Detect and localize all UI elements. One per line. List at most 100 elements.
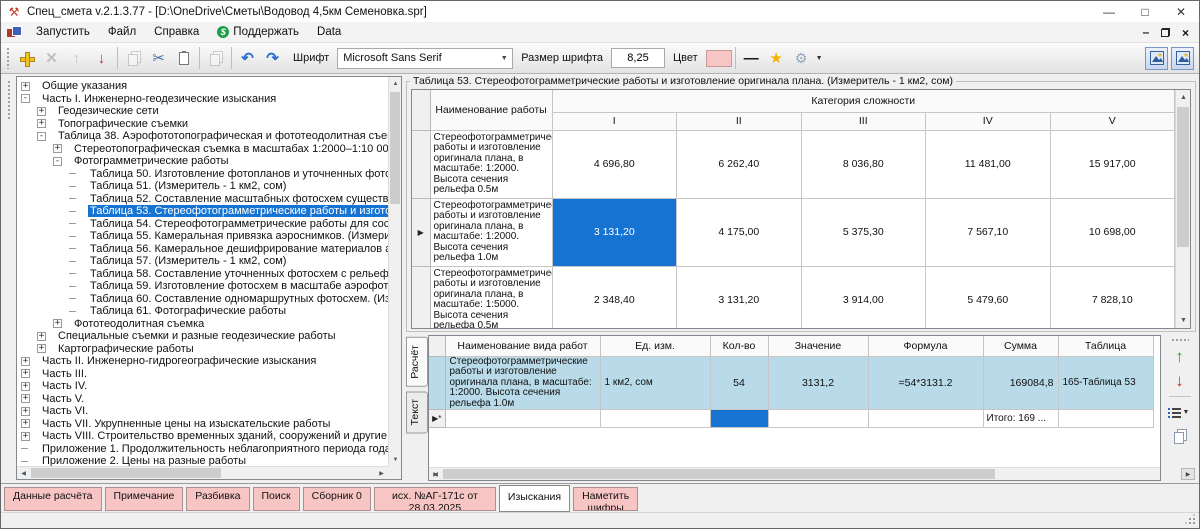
expand-icon[interactable] [69,219,78,228]
work-name-cell[interactable]: Стереофотограмметрические работы и изгот… [430,266,552,329]
rates-vertical-scrollbar[interactable]: ▲ ▼ [1175,90,1190,328]
tree-item[interactable]: + Общие указания [21,80,388,93]
bottom-tab[interactable]: Поиск [253,487,300,511]
scrollbar-thumb[interactable] [1177,107,1189,247]
tree-item[interactable]: + Часть III. [21,368,388,381]
menu-item[interactable]: $ Справка [145,26,208,38]
tree-item[interactable]: Таблица 57. (Измеритель - 1 км2, сом) [21,255,388,268]
bottom-tab[interactable]: Примечание [105,487,184,511]
tree-item[interactable]: - Таблица 38. Аэрофототопографическая и … [21,130,388,143]
copy-rows-button[interactable] [1167,424,1193,448]
bottom-tab[interactable]: Разбивка [186,487,249,511]
tree-item[interactable]: + Часть V. [21,393,388,406]
expand-icon[interactable]: + [21,432,30,441]
expand-icon[interactable]: + [53,319,62,328]
expand-icon[interactable]: + [21,357,30,366]
image-button-2[interactable] [1171,47,1194,70]
expand-icon[interactable] [21,457,30,466]
bottom-tab[interactable]: Сборник 0 [303,487,371,511]
table-ref-cell[interactable]: 165-Таблица 53 [1058,356,1153,410]
quantity-cell[interactable]: 54 [710,356,768,410]
expand-icon[interactable]: - [53,157,62,166]
detail-column-header[interactable]: Значение [768,336,868,356]
font-size-input[interactable] [611,48,665,68]
tree-item[interactable]: + Часть VIII. Строительство временных зд… [21,430,388,443]
rate-cell[interactable]: 5 479,60 [926,266,1051,329]
bottom-tab[interactable]: Наметить шифры [573,487,638,511]
bottom-tab[interactable]: Данные расчёта [4,487,102,511]
expand-icon[interactable] [69,182,78,191]
expand-icon[interactable] [69,282,78,291]
rate-cell[interactable]: 3 914,00 [801,266,926,329]
tree-item[interactable]: + Часть IV. [21,380,388,393]
tree-item[interactable]: Таблица 50. Изготовление фотопланов и ут… [21,168,388,181]
scroll-up-icon[interactable]: ▲ [389,77,402,90]
tree-item[interactable]: - Фотограмметрические работы [21,155,388,168]
expand-icon[interactable] [69,294,78,303]
color-swatch[interactable] [706,50,732,67]
undo-button[interactable]: ↶ [235,46,260,71]
bottom-tab[interactable]: Изыскания [499,485,570,512]
rate-cell[interactable]: 7 567,10 [926,198,1051,266]
expand-icon[interactable]: - [21,94,30,103]
expand-icon[interactable] [21,444,30,453]
tree-item[interactable]: Таблица 54. Стереофотограмметрические ра… [21,218,388,231]
scroll-down-icon[interactable]: ▼ [389,453,402,466]
clipboard-button[interactable] [171,46,196,71]
rate-cell[interactable]: 4 175,00 [677,198,802,266]
category-column-header[interactable]: IV [926,112,1051,130]
menu-item[interactable]: $ Файл [99,26,145,38]
tree-item[interactable]: Приложение 2. Цены на разные работы [21,455,388,466]
mdi-close-icon[interactable]: × [1182,26,1189,40]
rate-cell[interactable]: 8 036,80 [801,130,926,198]
add-button[interactable] [14,46,39,71]
expand-icon[interactable]: - [37,132,46,141]
detail-column-header[interactable]: Ед. изм. [600,336,710,356]
close-button[interactable]: ✕ [1163,1,1199,22]
rate-cell[interactable]: 3 131,20 [677,266,802,329]
scrollbar-thumb[interactable] [390,92,400,204]
scrollbar-thumb[interactable] [443,469,995,479]
category-column-header[interactable]: V [1050,112,1175,130]
mdi-minimize-icon[interactable]: ‒ [1143,27,1149,39]
unit-cell[interactable]: 1 км2, сом [600,356,710,410]
expand-icon[interactable]: + [21,407,30,416]
scrollbar-thumb[interactable] [31,468,221,478]
selected-cell[interactable] [710,410,768,428]
tree-item[interactable]: + Часть VII. Укрупненные цены на изыскат… [21,418,388,431]
column-header-name[interactable]: Наименование работы [430,90,552,130]
detail-tab[interactable]: Текст [406,391,428,433]
tree-item[interactable]: Таблица 59. Изготовление фотосхем в масш… [21,280,388,293]
move-up-button[interactable]: ↑ [64,46,89,71]
tree-item[interactable]: + Часть VI. [21,405,388,418]
tree-item[interactable]: Таблица 53. Стереофотограмметрические ра… [21,205,388,218]
paste-button[interactable] [203,46,228,71]
detail-column-header[interactable]: Таблица [1058,336,1153,356]
expand-icon[interactable]: + [21,82,30,91]
menu-item[interactable]: $ Data [308,26,350,38]
detail-column-header[interactable]: Формула [868,336,983,356]
formula-cell[interactable]: =54*3131.2 [868,356,983,410]
category-column-header[interactable]: III [801,112,926,130]
expand-icon[interactable]: + [21,419,30,428]
scroll-right-icon[interactable]: ▶ [429,468,442,481]
row-down-button[interactable]: ↓ [1167,369,1193,393]
tree-item[interactable]: Приложение 1. Продолжительность неблагоп… [21,443,388,456]
tree-horizontal-scrollbar[interactable]: ◀ ▶ [17,466,388,479]
list-button[interactable]: ▼ [1167,400,1193,424]
scroll-down-icon[interactable]: ▼ [1176,313,1191,328]
category-column-header[interactable]: I [552,112,677,130]
work-name-cell[interactable]: Стереофотограмметрические работы и изгот… [445,356,600,410]
rate-cell[interactable]: 11 481,00 [926,130,1051,198]
tree-item[interactable]: + Стереотопографическая съемка в масштаб… [21,143,388,156]
detail-column-header[interactable]: Наименование вида работ [445,336,600,356]
minimize-button[interactable]: — [1091,1,1127,22]
bottom-tab[interactable]: исх. №АГ-171с от 28.03.2025 [374,487,496,511]
menu-item[interactable]: $ Запустить [27,26,99,38]
rate-cell[interactable]: 7 828,10 [1050,266,1175,329]
expand-icon[interactable]: + [37,119,46,128]
tree-item[interactable]: Таблица 61. Фотографические работы [21,305,388,318]
expand-icon[interactable]: + [21,382,30,391]
minus-button[interactable]: — [739,46,764,71]
expand-icon[interactable]: + [37,344,46,353]
